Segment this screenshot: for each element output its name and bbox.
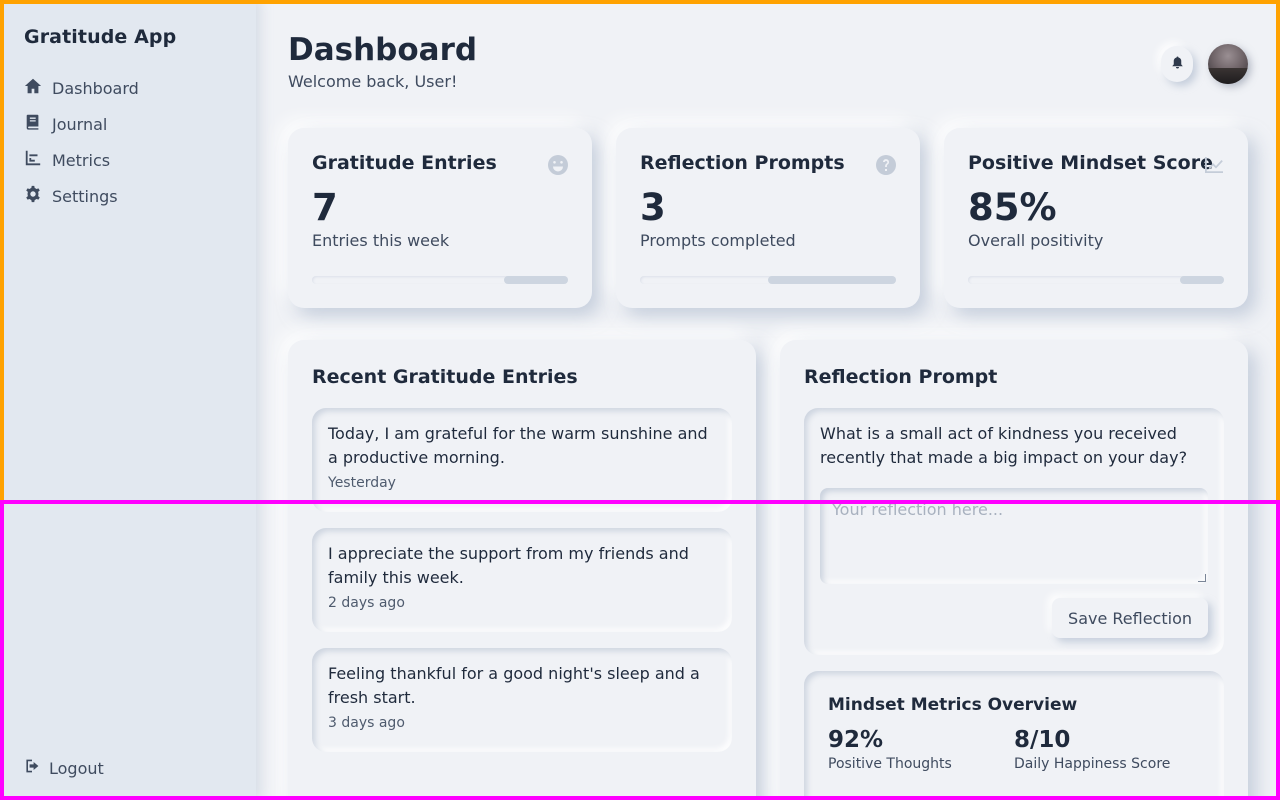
entry-text: Today, I am grateful for the warm sunshi…	[328, 424, 708, 467]
stat-value: 85%	[968, 186, 1057, 229]
prompt-question: What is a small act of kindness you rece…	[820, 424, 1188, 467]
notifications-button[interactable]	[1161, 46, 1193, 82]
entry-time: Yesterday	[328, 475, 396, 491]
sidebar-item-label: Settings	[52, 186, 118, 206]
metrics-title: Mindset Metrics Overview	[828, 695, 1078, 715]
stat-title: Positive Mindset Score	[968, 152, 1213, 174]
stat-label: Prompts completed	[640, 231, 796, 250]
entry-time: 3 days ago	[328, 715, 405, 731]
metric-label: Positive Thoughts	[828, 756, 952, 772]
stat-title: Reflection Prompts	[640, 152, 845, 174]
entry-text: I appreciate the support from my friends…	[328, 544, 689, 587]
list-item[interactable]: I appreciate the support from my friends…	[312, 528, 732, 632]
panel-title: Recent Gratitude Entries	[312, 366, 578, 388]
entry-time: 2 days ago	[328, 595, 405, 611]
logout-button[interactable]: Logout	[24, 758, 104, 778]
sidebar-item-label: Dashboard	[52, 78, 139, 98]
stat-value: 7	[312, 186, 338, 229]
app-name: Gratitude App	[24, 26, 177, 48]
trend-chart-icon	[1204, 155, 1224, 175]
save-reflection-button[interactable]: Save Reflection	[1052, 598, 1208, 638]
question-icon	[876, 155, 896, 175]
metric-label: Daily Happiness Score	[1014, 756, 1171, 772]
stat-card-gratitude-entries: Gratitude Entries 7 Entries this week	[288, 128, 592, 308]
book-icon	[24, 113, 42, 135]
stat-value: 3	[640, 186, 666, 229]
sidebar-item-dashboard[interactable]: Dashboard	[24, 70, 232, 106]
metric-positive-thoughts: 92% Positive Thoughts	[828, 725, 1014, 772]
avatar[interactable]	[1208, 44, 1248, 84]
welcome-message: Welcome back, User!	[288, 72, 458, 91]
progress-remaining	[504, 276, 568, 284]
sidebar: Gratitude App Dashboard Journal Metrics …	[0, 0, 256, 800]
metrics-overview: Mindset Metrics Overview 92% Positive Th…	[804, 671, 1224, 800]
metric-value: 8/10	[1014, 727, 1071, 753]
list-item[interactable]: Feeling thankful for a good night's slee…	[312, 648, 732, 752]
smile-icon	[548, 155, 568, 175]
page-header: Dashboard Welcome back, User!	[288, 30, 477, 91]
recent-entries-panel: Recent Gratitude Entries Today, I am gra…	[288, 340, 756, 800]
bell-icon	[1170, 55, 1185, 74]
page-title: Dashboard	[288, 32, 478, 68]
stat-label: Overall positivity	[968, 231, 1104, 250]
chart-icon	[24, 149, 42, 171]
prompt-box: What is a small act of kindness you rece…	[804, 408, 1224, 655]
sidebar-item-settings[interactable]: Settings	[24, 178, 232, 214]
sidebar-item-journal[interactable]: Journal	[24, 106, 232, 142]
list-item[interactable]: Today, I am grateful for the warm sunshi…	[312, 408, 732, 512]
sidebar-item-label: Journal	[52, 114, 108, 134]
panel-title: Reflection Prompt	[804, 366, 998, 388]
progress-bar	[968, 276, 1224, 284]
logout-icon	[24, 758, 40, 778]
reflection-input[interactable]	[820, 488, 1208, 584]
gear-icon	[24, 185, 42, 207]
stat-card-reflection-prompts: Reflection Prompts 3 Prompts completed	[616, 128, 920, 308]
sidebar-nav: Dashboard Journal Metrics Settings	[24, 70, 232, 214]
reflection-prompt-panel: Reflection Prompt What is a small act of…	[780, 340, 1248, 800]
logout-label: Logout	[49, 758, 104, 778]
progress-remaining	[768, 276, 896, 284]
resize-handle[interactable]	[1198, 574, 1206, 582]
metric-daily-happiness: 8/10 Daily Happiness Score	[1014, 725, 1200, 772]
stat-label: Entries this week	[312, 231, 450, 250]
metrics-grid: 92% Positive Thoughts 8/10 Daily Happine…	[828, 725, 1200, 772]
sidebar-item-label: Metrics	[52, 150, 111, 170]
sidebar-item-metrics[interactable]: Metrics	[24, 142, 232, 178]
progress-bar	[312, 276, 568, 284]
progress-bar	[640, 276, 896, 284]
metric-value: 92%	[828, 727, 884, 753]
stat-title: Gratitude Entries	[312, 152, 497, 174]
home-icon	[24, 77, 42, 99]
progress-remaining	[1180, 276, 1224, 284]
stat-card-positive-mindset: Positive Mindset Score 85% Overall posit…	[944, 128, 1248, 308]
entry-text: Feeling thankful for a good night's slee…	[328, 664, 700, 707]
